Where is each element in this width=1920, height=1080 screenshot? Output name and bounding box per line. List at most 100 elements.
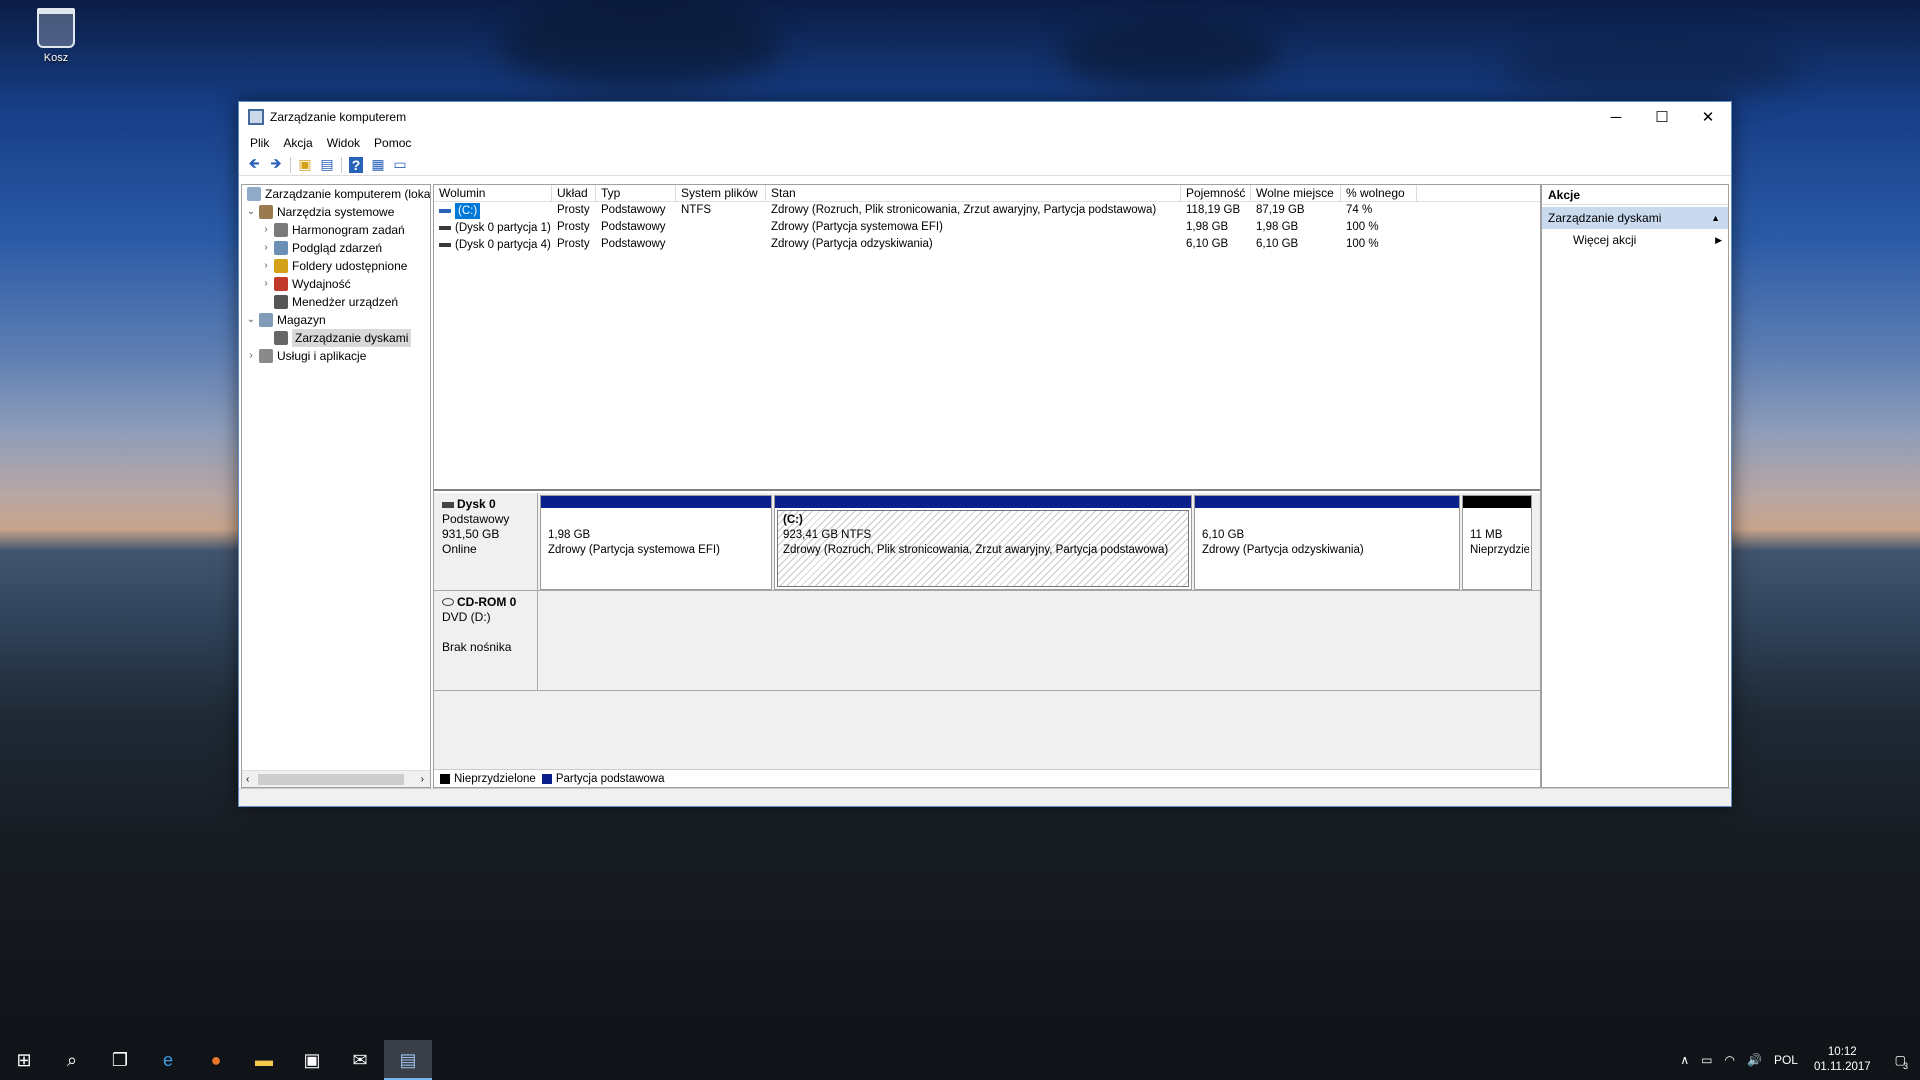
column-header[interactable]: % wolnego xyxy=(1341,185,1417,201)
tree-item-tools[interactable]: ⌄ Narzędzia systemowe xyxy=(242,203,430,221)
volume-icon[interactable]: 🔊 xyxy=(1741,1053,1768,1067)
tree-item-clock[interactable]: › Harmonogram zadań xyxy=(242,221,430,239)
scrollbar-thumb[interactable] xyxy=(258,774,404,785)
toolbar-separator xyxy=(290,156,291,173)
partition-block[interactable]: 11 MB Nieprzydzie xyxy=(1462,495,1532,590)
tree-item-performance[interactable]: › Wydajność xyxy=(242,275,430,293)
volume-name: (Dysk 0 partycja 1) xyxy=(439,220,551,237)
volume-icon xyxy=(439,243,451,247)
clock-date: 01.11.2017 xyxy=(1813,1061,1871,1073)
scroll-left-icon[interactable]: ‹ xyxy=(242,774,249,785)
mail-taskbar-button[interactable]: ✉ xyxy=(336,1040,384,1080)
column-header[interactable]: Wolumin xyxy=(434,185,552,201)
table-row[interactable]: (Dysk 0 partycja 1) Prosty Podstawowy Zdrow… xyxy=(434,219,1540,236)
column-header[interactable]: Pojemność xyxy=(1181,185,1251,201)
tree-root[interactable]: Zarządzanie komputerem (loka xyxy=(242,185,430,203)
menu-file[interactable]: Plik xyxy=(243,136,276,150)
search-taskbar-button[interactable]: ⌕ xyxy=(48,1040,96,1080)
expand-chevron-icon[interactable]: › xyxy=(260,239,272,257)
expand-chevron-icon[interactable]: › xyxy=(245,347,257,365)
table-cell xyxy=(676,236,766,253)
collapse-arrow-icon[interactable]: ▲ xyxy=(1711,207,1720,229)
properties-icon[interactable]: ▦ xyxy=(367,155,389,175)
battery-icon[interactable]: ▭ xyxy=(1695,1053,1718,1067)
expand-chevron-icon[interactable]: › xyxy=(260,221,272,239)
start-taskbar-button[interactable]: ⊞ xyxy=(0,1040,48,1080)
clock-time: 10:12 xyxy=(1827,1046,1857,1058)
help-icon[interactable]: ? xyxy=(349,156,363,173)
forward-arrow-icon[interactable]: 🡺 xyxy=(265,155,287,175)
close-button[interactable]: ✕ xyxy=(1685,102,1731,132)
computer-management-taskbar-button[interactable]: ▤ xyxy=(384,1040,432,1080)
tree-item-shared-folder[interactable]: › Foldery udostępnione xyxy=(242,257,430,275)
export-list-icon[interactable]: ▭ xyxy=(389,155,411,175)
recycle-bin[interactable]: Kosz xyxy=(26,8,86,64)
menu-action[interactable]: Akcja xyxy=(276,136,319,150)
action-center-icon[interactable]: ▢ 3 xyxy=(1881,1053,1920,1071)
volume-label: (Dysk 0 partycja 4) xyxy=(455,238,551,251)
scroll-right-icon[interactable]: › xyxy=(421,774,424,785)
wifi-icon[interactable]: ◠ xyxy=(1719,1053,1741,1067)
table-cell: NTFS xyxy=(681,204,712,216)
minimize-button[interactable]: ─ xyxy=(1593,102,1639,132)
table-row[interactable]: (C:) Prosty Podstawowy NTFS Zdrowy (Rozruch,… xyxy=(434,202,1540,219)
edge-taskbar-button[interactable]: e xyxy=(144,1040,192,1080)
tree-item-event-viewer[interactable]: › Podgląd zdarzeń xyxy=(242,239,430,257)
partition-block[interactable]: 1,98 GB Zdrowy (Partycja systemowa EFI) xyxy=(540,495,772,590)
tree-item-device-manager[interactable]: Menedżer urządzeń xyxy=(242,293,430,311)
tree-item-disk[interactable]: Zarządzanie dyskami xyxy=(242,329,430,347)
more-actions-item[interactable]: Więcej akcji ▶ xyxy=(1542,229,1728,251)
partition-size: 11 MB xyxy=(1470,529,1503,541)
partition-block[interactable]: (C:) 923,41 GB NTFS Zdrowy (Rozruch, Plik … xyxy=(774,495,1192,590)
column-header[interactable]: Wolne miejsce xyxy=(1251,185,1341,201)
partition-block[interactable]: 6,10 GB Zdrowy (Partycja odzyskiwania) xyxy=(1194,495,1460,590)
column-header[interactable]: Typ xyxy=(596,185,676,201)
expand-chevron-icon[interactable]: › xyxy=(260,275,272,293)
firefox-taskbar-button[interactable]: ● xyxy=(192,1040,240,1080)
disk-row[interactable]: Dysk 0 Podstawowy 931,50 GB Online 1,98 … xyxy=(434,493,1540,591)
cdrom-empty-area xyxy=(538,591,1540,690)
expand-chevron-icon[interactable]: ⌄ xyxy=(245,203,257,221)
tree-item-services[interactable]: › Usługi i aplikacje xyxy=(242,347,430,365)
computer-management-icon: ▤ xyxy=(399,1049,417,1070)
show-hidden-icons-icon[interactable]: ∧ xyxy=(1674,1053,1695,1067)
maximize-button[interactable]: ☐ xyxy=(1639,102,1685,132)
cdrom-drive: DVD (D:) xyxy=(442,610,491,624)
tree-item-storage[interactable]: ⌄ Magazyn xyxy=(242,311,430,329)
expand-chevron-icon[interactable]: ⌄ xyxy=(245,311,257,329)
recycle-bin-icon xyxy=(37,8,75,48)
input-language[interactable]: POL xyxy=(1768,1053,1804,1067)
table-row[interactable]: (Dysk 0 partycja 4) Prosty Podstawowy Zdrow… xyxy=(434,236,1540,253)
up-folder-icon[interactable]: ▣ xyxy=(294,155,316,175)
file-explorer-taskbar-button[interactable]: ▬ xyxy=(240,1040,288,1080)
column-header[interactable]: Układ xyxy=(552,185,596,201)
partition-details: (C:) 923,41 GB NTFS Zdrowy (Rozruch, Plik … xyxy=(777,510,1189,587)
back-arrow-icon[interactable]: 🡸 xyxy=(243,155,265,175)
disk-0-label[interactable]: Dysk 0 Podstawowy 931,50 GB Online xyxy=(434,493,538,590)
table-cell: Prosty xyxy=(557,238,590,250)
computer-management-window: Zarządzanie komputerem ─ ☐ ✕ Plik Akcja … xyxy=(238,101,1732,807)
tree-item-label: Narzędzia systemowe xyxy=(277,205,395,219)
table-cell: 6,10 GB xyxy=(1186,238,1229,250)
cdrom-0-label[interactable]: CD-ROM 0 DVD (D:) Brak nośnika xyxy=(434,591,538,690)
volume-label: (Dysk 0 partycja 1) xyxy=(455,221,551,234)
tree-horizontal-scrollbar[interactable]: ‹ › xyxy=(242,770,430,787)
column-header[interactable]: System plików xyxy=(676,185,766,201)
title-bar[interactable]: Zarządzanie komputerem ─ ☐ ✕ xyxy=(239,102,1731,132)
cdrom-row[interactable]: CD-ROM 0 DVD (D:) Brak nośnika xyxy=(434,591,1540,691)
toolbar-separator xyxy=(341,156,342,173)
table-cell: 100 % xyxy=(1346,238,1379,250)
store-taskbar-button[interactable]: ▣ xyxy=(288,1040,336,1080)
menu-help[interactable]: Pomoc xyxy=(367,136,418,150)
legend-unallocated: Nieprzydzielone xyxy=(454,772,536,785)
show-hide-tree-icon[interactable]: ▤ xyxy=(316,155,338,175)
task-view-taskbar-button[interactable]: ❐ xyxy=(96,1040,144,1080)
actions-section-disk-management[interactable]: Zarządzanie dyskami ▲ xyxy=(1542,207,1728,229)
volume-name: (C:) xyxy=(439,202,481,219)
clock[interactable]: 10:12 01.11.2017 xyxy=(1804,1045,1881,1075)
menu-view[interactable]: Widok xyxy=(320,136,367,150)
cdrom-name: CD-ROM 0 xyxy=(457,595,517,609)
expand-chevron-icon[interactable]: › xyxy=(260,257,272,275)
tree-root-label: Zarządzanie komputerem (loka xyxy=(265,187,431,201)
column-header[interactable]: Stan xyxy=(766,185,1181,201)
